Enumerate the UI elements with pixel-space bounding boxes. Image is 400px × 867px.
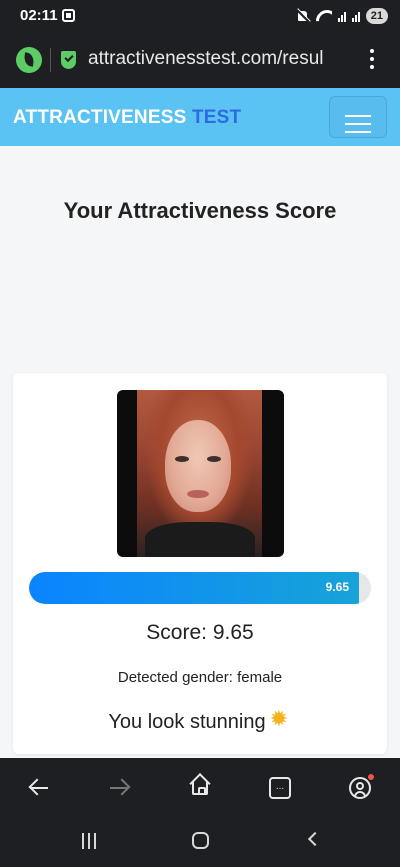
- home-icon[interactable]: [184, 772, 216, 804]
- browser-url-bar: attractivenesstest.com/resul: [0, 32, 400, 88]
- hamburger-menu-icon[interactable]: [329, 96, 387, 138]
- kebab-menu-icon[interactable]: [369, 49, 375, 71]
- site-header: ATTRACTIVENESS TEST: [0, 88, 400, 146]
- wifi-icon: [316, 10, 332, 22]
- screenshot-icon: [62, 9, 75, 22]
- score-progress-bar: 9.65: [29, 572, 371, 604]
- battery-indicator: 21: [365, 8, 388, 24]
- score-progress-label: 9.65: [325, 580, 350, 594]
- mute-icon: [296, 9, 310, 23]
- shield-check-icon[interactable]: [61, 51, 76, 69]
- browser-toolbar: ...: [0, 758, 400, 818]
- page-title: Your Attractiveness Score: [63, 198, 337, 223]
- gender-text: Detected gender: female: [117, 669, 283, 686]
- status-icons: 21: [296, 8, 388, 24]
- score-text: Score: 9.65: [146, 621, 254, 644]
- status-bar: 02:11 21: [0, 0, 400, 32]
- recents-icon[interactable]: [82, 833, 98, 849]
- status-time: 02:11: [20, 7, 58, 24]
- verdict-text: You look stunning: [108, 711, 266, 733]
- leaf-icon[interactable]: [16, 47, 42, 73]
- tabs-icon[interactable]: ...: [264, 772, 296, 804]
- back-arrow-icon[interactable]: [24, 772, 56, 804]
- system-home-icon[interactable]: [192, 832, 209, 849]
- brand-secondary: TEST: [191, 107, 242, 128]
- notification-dot: [368, 774, 374, 780]
- verdict-line: You look stunning: [13, 707, 387, 734]
- uploaded-photo: [117, 390, 284, 557]
- score-progress-fill: 9.65: [29, 572, 360, 604]
- forward-arrow-icon[interactable]: [104, 772, 136, 804]
- sparkle-star-icon: [270, 707, 292, 732]
- system-nav-bar: [0, 818, 400, 867]
- signal-icon: [337, 10, 346, 22]
- url-divider: [50, 48, 51, 72]
- account-icon[interactable]: [344, 772, 376, 804]
- site-logo[interactable]: ATTRACTIVENESS TEST: [13, 107, 241, 129]
- brand-primary: ATTRACTIVENESS: [13, 107, 187, 128]
- result-card: 9.65 Score: 9.65 Detected gender: female…: [13, 373, 387, 754]
- system-back-icon[interactable]: [307, 831, 323, 847]
- signal-icon-2: [351, 10, 360, 22]
- url-field[interactable]: attractivenesstest.com/resul: [88, 48, 350, 70]
